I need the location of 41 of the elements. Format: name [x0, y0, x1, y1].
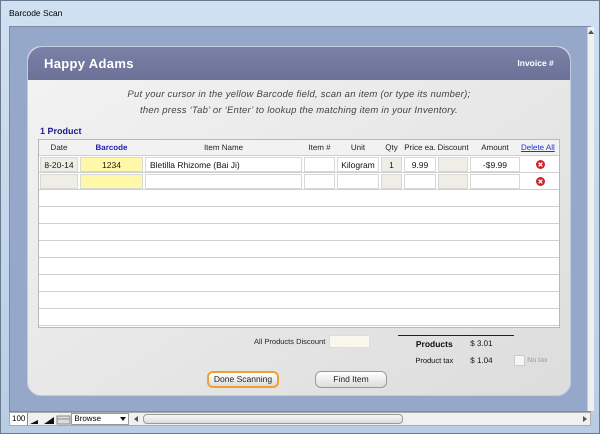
column-header: Barcode — [94, 142, 128, 154]
toolbar-toggle-icon[interactable] — [56, 414, 72, 424]
mode-dropdown[interactable]: Browse — [71, 413, 130, 425]
delete-icon[interactable] — [536, 160, 545, 168]
table-cell: Bletilla Rhizome (Bai Ji) — [145, 156, 302, 172]
delete-icon[interactable] — [536, 176, 545, 186]
column-header: Unit — [350, 142, 366, 154]
window-title: Barcode Scan — [9, 7, 62, 20]
customer-name: Happy Adams — [44, 54, 134, 73]
column-header: Amount — [480, 142, 510, 154]
delete-all-link[interactable]: Delete All — [521, 142, 555, 154]
zoom-level[interactable]: 100 — [10, 413, 28, 425]
table-cell: Kilogram — [337, 156, 379, 172]
column-header: Discount — [437, 142, 469, 154]
column-header: Date — [50, 142, 68, 154]
find-item-button[interactable]: Find Item — [315, 370, 387, 388]
barcode-field[interactable] — [80, 174, 143, 188]
column-header: Item Name — [202, 142, 244, 154]
invoice-label: Invoice # — [517, 57, 554, 70]
no-tax-checkbox[interactable] — [514, 355, 526, 366]
column-header: Item # — [307, 142, 332, 154]
table-cell: 9.99 — [404, 156, 436, 172]
scroll-right-icon[interactable] — [583, 416, 587, 422]
instruction-text: then press ‘Tab’ or ‘Enter’ to lookup the matching item in your Inventory. — [140, 104, 458, 118]
scroll-up-icon[interactable] — [588, 30, 594, 34]
done-scanning-button[interactable]: Done Scanning — [207, 370, 279, 388]
caret-icon — [120, 417, 126, 421]
instruction-text: Put your cursor in the yellow Barcode field, scan an item (or type its number); — [127, 88, 470, 102]
column-header: Price ea. — [403, 142, 437, 154]
scroll-left-icon[interactable] — [134, 416, 138, 422]
horizontal-scrollbar-thumb[interactable] — [143, 414, 404, 424]
tax-value: $ 1.04 — [470, 354, 494, 367]
products-label: Products — [414, 338, 454, 351]
table-cell: 1 — [381, 156, 402, 172]
discount-field[interactable] — [329, 335, 370, 348]
barcode-field[interactable]: 1234 — [80, 156, 143, 172]
table-cell: 8-20-14 — [40, 156, 78, 172]
table-cell: -$9.99 — [470, 156, 520, 172]
products-value: $ 3.01 — [470, 338, 493, 350]
product-count: 1 Product — [40, 124, 83, 138]
column-header: Qty — [384, 142, 399, 154]
